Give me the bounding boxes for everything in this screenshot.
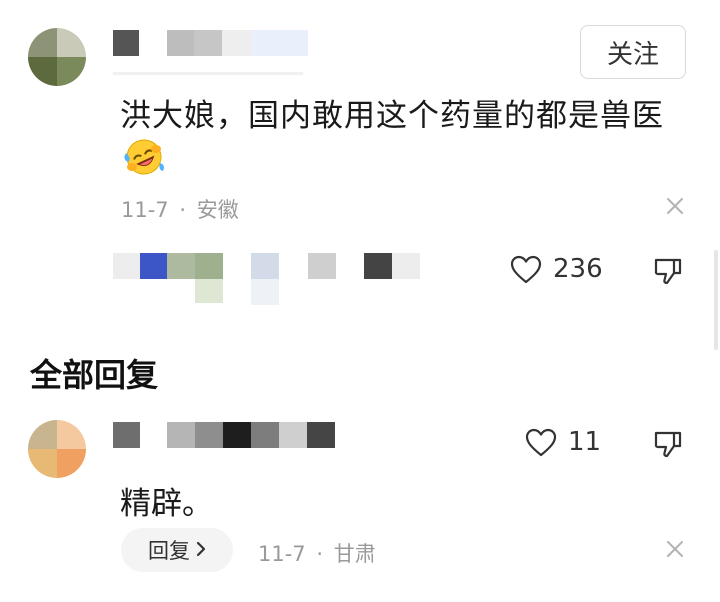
- scrollbar[interactable]: [714, 250, 718, 350]
- section-title-all-replies: 全部回复: [30, 356, 159, 394]
- rolling-on-floor-laughing-icon: [122, 137, 166, 177]
- reply-like-heart-icon[interactable]: [525, 428, 557, 458]
- commenter-avatar[interactable]: [28, 28, 86, 86]
- like-heart-icon[interactable]: [510, 255, 542, 285]
- chevron-right-icon: [196, 538, 206, 562]
- dislike-thumbs-down-icon[interactable]: [652, 255, 684, 287]
- meta-separator: ·: [316, 542, 324, 566]
- reply-date: 11-7: [258, 542, 306, 566]
- reply-like-count: 11: [568, 427, 602, 457]
- reply-button[interactable]: 回复: [121, 528, 233, 572]
- close-icon[interactable]: [664, 195, 686, 217]
- meta-separator: ·: [179, 198, 187, 222]
- follow-button[interactable]: 关注: [580, 25, 686, 79]
- replier-avatar[interactable]: [28, 420, 86, 478]
- comment-date: 11-7: [121, 198, 169, 222]
- reply-meta: 11-7 · 甘肃: [258, 538, 376, 568]
- reply-text: 精辟。: [120, 486, 213, 522]
- comment-meta: 11-7 · 安徽: [121, 194, 239, 224]
- reply-location: 甘肃: [333, 542, 376, 566]
- reply-close-icon[interactable]: [664, 538, 686, 560]
- reply-dislike-thumbs-down-icon[interactable]: [652, 428, 684, 460]
- reply-button-label: 回复: [148, 539, 190, 563]
- comment-text: 洪大娘，国内敢用这个药量的都是兽医: [120, 98, 664, 134]
- comment-location: 安徽: [196, 198, 239, 222]
- like-count: 236: [553, 254, 603, 284]
